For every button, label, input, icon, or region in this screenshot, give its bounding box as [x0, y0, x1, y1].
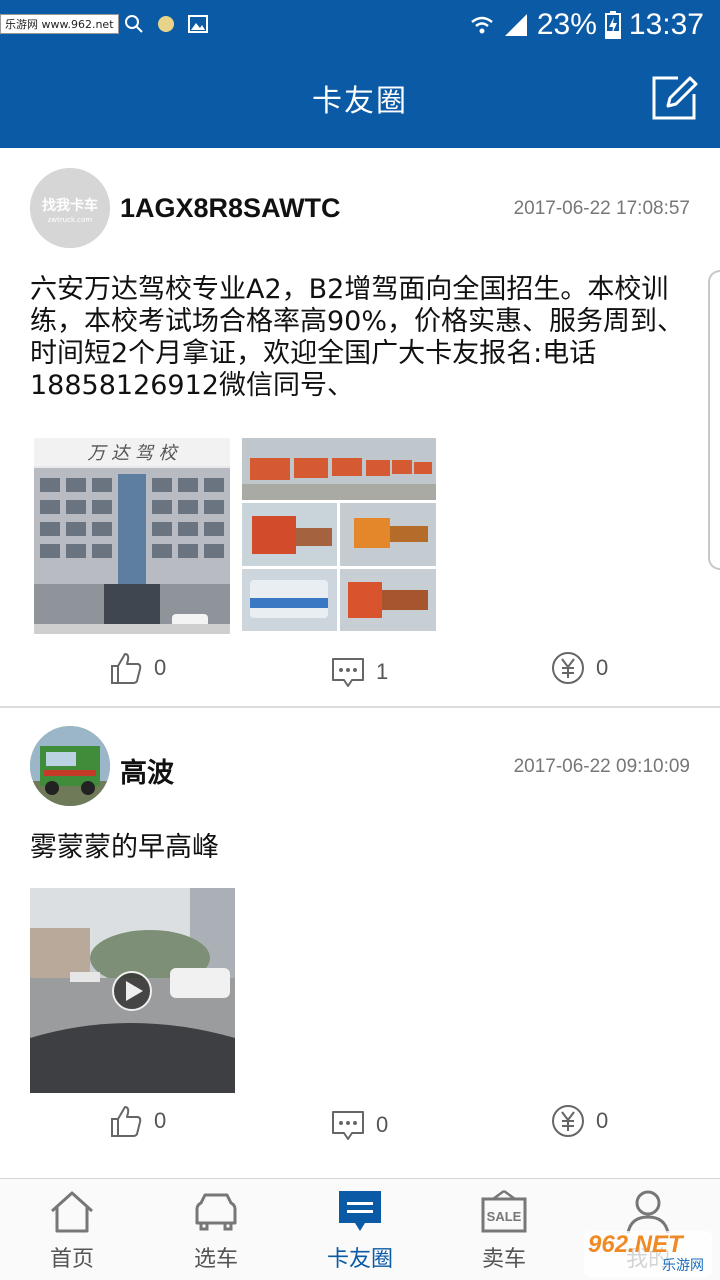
svg-text:SALE: SALE [487, 1209, 522, 1224]
tab-label: 首页 [49, 1247, 94, 1272]
watermark-site-tag: 乐游网 www.962.net [0, 14, 119, 34]
nav-bar: 卡友圈 [0, 50, 720, 148]
site-watermark: 962.NET 乐游网 [584, 1231, 712, 1277]
like-button[interactable]: 0 [108, 643, 166, 693]
comment-icon [332, 658, 364, 687]
avatar-truck-image [30, 726, 110, 806]
post-actions: 0 0 0 [0, 1096, 720, 1146]
battery-percent: 23% [536, 8, 597, 41]
clock: 13:37 [628, 8, 704, 41]
battery-charging-icon [604, 11, 621, 39]
car-icon [195, 1193, 237, 1231]
post-username[interactable]: 1AGX8R8SAWTC [120, 193, 341, 224]
tab-label: 选车 [193, 1247, 238, 1272]
chat-bubble-icon [339, 1191, 381, 1231]
avatar-logo-image: 找我卡车 zwtruck.com [30, 168, 110, 248]
post-actions: 0 1 0 [0, 643, 720, 693]
like-button[interactable]: 0 [108, 1096, 166, 1146]
comment-count: 0 [376, 1112, 389, 1137]
side-drawer-handle[interactable] [708, 270, 720, 570]
yuan-coin-icon [552, 652, 584, 684]
tip-button[interactable]: 0 [550, 1096, 608, 1146]
thumbs-up-icon [111, 653, 142, 684]
post-item[interactable]: 找我卡车 zwtruck.com 1AGX8R8SAWTC 2017-06-22… [0, 148, 720, 706]
compose-post-button[interactable] [648, 72, 700, 124]
post-text: 六安万达驾校专业A2，B2增驾面向全国招生。本校训练，本校考试场合格率高90%，… [30, 274, 685, 401]
search-notification-icon [124, 15, 143, 33]
post-text: 雾蒙蒙的早高峰 [30, 832, 219, 863]
comment-button[interactable]: 0 [330, 1100, 388, 1150]
watermark-sub: 乐游网 [662, 1258, 704, 1274]
avatar-logo-text: 找我卡车 [42, 197, 98, 214]
home-icon [50, 1191, 94, 1233]
app-screen: 乐游网 www.962.net 23% 13:37 卡友圈 找我卡车 zwtru… [0, 0, 720, 1280]
comment-button[interactable]: 1 [330, 647, 388, 697]
tab-home[interactable]: 首页 [0, 1179, 144, 1280]
tab-sell-car[interactable]: SALE 卖车 [432, 1179, 576, 1280]
tab-truck-circle[interactable]: 卡友圈 [288, 1179, 432, 1280]
sale-tag-icon: SALE [481, 1189, 527, 1233]
post-timestamp: 2017-06-22 09:10:09 [513, 756, 690, 777]
user-icon [626, 1190, 670, 1234]
like-count: 0 [154, 1108, 167, 1133]
avatar-logo-sub: zwtruck.com [48, 216, 93, 224]
post-item[interactable]: 高波 2017-06-22 09:10:09 雾蒙蒙的早高峰 0 0 0 [0, 708, 720, 1178]
avatar[interactable]: 找我卡车 zwtruck.com [30, 168, 110, 248]
like-count: 0 [154, 655, 167, 680]
tip-button[interactable]: 0 [550, 643, 608, 693]
thumbs-up-icon [111, 1106, 142, 1137]
comment-count: 1 [376, 659, 389, 684]
feed-list[interactable]: 找我卡车 zwtruck.com 1AGX8R8SAWTC 2017-06-22… [0, 148, 720, 1178]
post-video-thumbnail[interactable] [30, 888, 235, 1093]
tab-label: 卖车 [481, 1247, 526, 1272]
post-username[interactable]: 高波 [120, 751, 174, 790]
status-bar: 乐游网 www.962.net 23% 13:37 [0, 0, 720, 50]
app-notification-icon [157, 16, 174, 32]
comment-icon [332, 1111, 364, 1140]
yuan-coin-icon [552, 1105, 584, 1137]
avatar[interactable] [30, 726, 110, 806]
status-right: 23% 13:37 [469, 6, 704, 44]
signal-icon [504, 14, 527, 36]
image-notification-icon [187, 15, 208, 33]
post-timestamp: 2017-06-22 17:08:57 [513, 198, 690, 219]
tab-label: 卡友圈 [326, 1247, 393, 1272]
status-left: 乐游网 www.962.net [0, 6, 209, 42]
tip-count: 0 [596, 1108, 609, 1133]
page-title: 卡友圈 [312, 84, 408, 119]
building-sign-text: 万 达 驾 校 [87, 443, 179, 464]
bottom-tab-bar: 首页 选车 卡友圈 SALE 卖车 962.NET 乐游网 [0, 1178, 720, 1280]
tip-count: 0 [596, 655, 609, 680]
post-image-building[interactable]: 万 达 驾 校 [34, 438, 230, 634]
wifi-icon [471, 16, 493, 34]
post-image-trucks[interactable] [242, 438, 436, 634]
tab-select-car[interactable]: 选车 [144, 1179, 288, 1280]
